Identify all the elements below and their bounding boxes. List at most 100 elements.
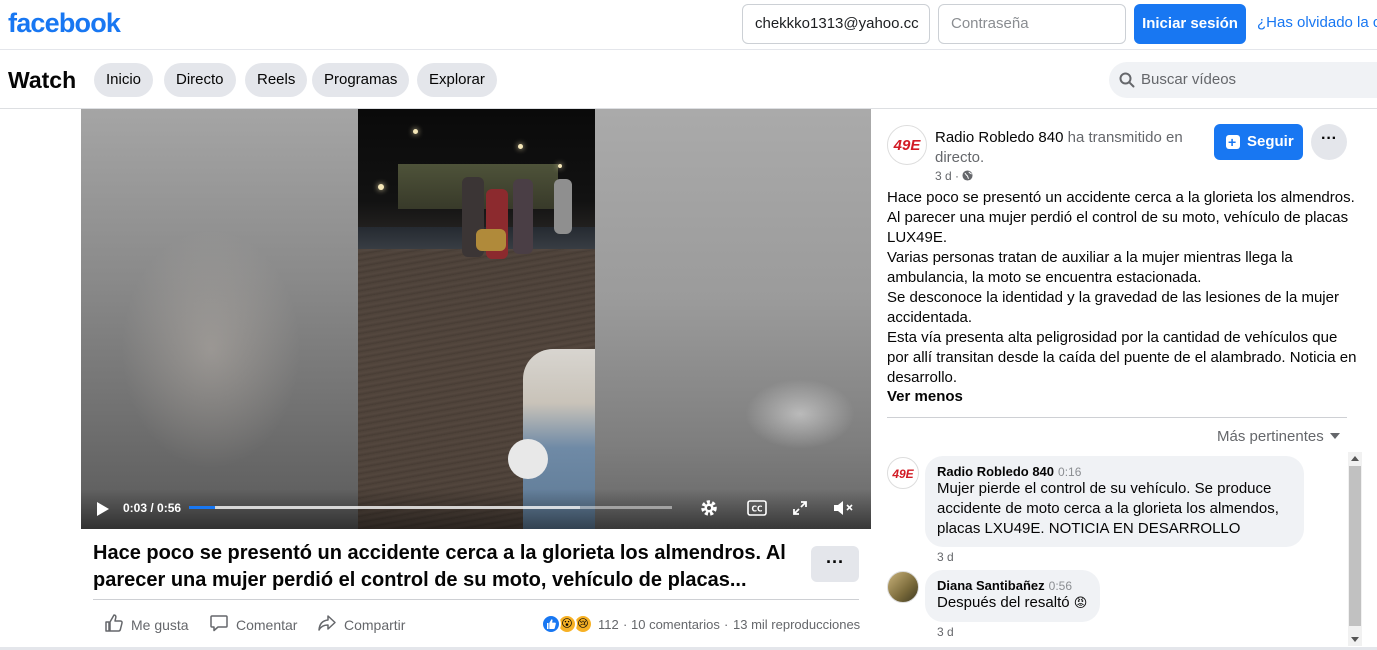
like-button[interactable]: Me gusta <box>104 614 194 636</box>
facebook-logo[interactable]: facebook <box>8 8 121 39</box>
divider <box>887 417 1347 418</box>
comment-bubble: Diana Santibañez 0:56 Después del resaltó… <box>925 570 1100 622</box>
frame-person <box>554 179 572 234</box>
frame-shoe <box>508 439 548 479</box>
comment-bubble: Radio Robledo 840 0:16 Mujer pierde el co… <box>925 456 1304 547</box>
password-field[interactable]: Contraseña <box>938 4 1126 44</box>
sort-label: Más pertinentes <box>1217 428 1324 445</box>
post-paragraph: Se desconoce la identidad y la gravedad … <box>887 289 1339 326</box>
watch-title: Watch <box>8 67 77 93</box>
stats-separator: · <box>623 617 628 632</box>
scrollbar-thumb[interactable] <box>1349 466 1361 626</box>
comment-video-timestamp[interactable]: 0:16 <box>1058 465 1081 479</box>
video-blur-right <box>595 109 871 529</box>
commenter-avatar[interactable]: 49E <box>887 457 919 489</box>
comment-text-row: Después del resaltó 😡 <box>937 593 1088 613</box>
post-time[interactable]: 3 d · <box>935 169 973 183</box>
tab-programas[interactable]: Programas <box>312 63 410 97</box>
comment-author[interactable]: Diana Santibañez <box>937 578 1045 593</box>
login-button[interactable]: Iniciar sesión <box>1134 4 1246 44</box>
frame-person <box>513 179 533 254</box>
comment-text: Después del resaltó <box>937 594 1070 611</box>
video-frame <box>358 109 595 529</box>
video-buffered <box>189 506 581 509</box>
tab-reels[interactable]: Reels <box>245 63 308 97</box>
post-header: Radio Robledo 840 ha transmitido en dire… <box>935 128 1195 168</box>
comment-author-row: Diana Santibañez 0:56 <box>937 578 1088 593</box>
comments-scrollbar[interactable] <box>1348 452 1362 646</box>
follow-icon <box>1226 124 1240 160</box>
search-placeholder: Buscar vídeos <box>1141 71 1237 88</box>
post-paragraph: Al parecer una mujer perdió el control d… <box>887 209 1349 246</box>
search-icon <box>1119 72 1135 88</box>
page-avatar[interactable]: 49E <box>887 125 927 165</box>
comments-count[interactable]: 10 comentarios <box>631 617 720 632</box>
comment-age[interactable]: 3 d <box>937 550 954 564</box>
watch-nav: Watch Inicio Directo Reels Programas Exp… <box>0 51 1377 109</box>
comment-sort-dropdown[interactable]: Más pertinentes <box>1217 428 1340 445</box>
comment-label: Comentar <box>236 617 298 633</box>
comment-video-timestamp[interactable]: 0:56 <box>1049 579 1072 593</box>
post-paragraph: Hace poco se presentó un accidente cerca… <box>887 189 1355 206</box>
mute-icon[interactable] <box>833 499 855 517</box>
like-icon <box>105 614 123 632</box>
frame-light <box>518 144 523 149</box>
post-menu-button[interactable]: ··· <box>1311 124 1347 160</box>
tab-inicio[interactable]: Inicio <box>94 63 154 97</box>
video-played <box>189 506 216 509</box>
post-paragraph: Varias personas tratan de auxiliar a la … <box>887 249 1293 286</box>
comment-author-row: Radio Robledo 840 0:16 <box>937 464 1292 479</box>
like-label: Me gusta <box>131 617 189 633</box>
reaction-count[interactable]: 112 <box>598 617 619 632</box>
frame-light <box>413 129 418 134</box>
share-icon <box>318 615 336 631</box>
video-progress[interactable] <box>189 506 672 509</box>
divider <box>93 599 859 600</box>
search-input[interactable]: Buscar vídeos <box>1109 62 1377 98</box>
frame-light <box>558 164 562 168</box>
avatar-logo-text: 49E <box>893 137 921 154</box>
commenter-avatar[interactable] <box>887 571 919 603</box>
video-controls: 0:03 / 0:56 CC <box>81 489 871 529</box>
tab-explorar[interactable]: Explorar <box>417 63 497 97</box>
frame-light <box>378 184 384 190</box>
see-less-link[interactable]: Ver menos <box>887 388 963 405</box>
email-field[interactable]: chekkko1313@yahoo.cc <box>742 4 930 44</box>
video-blur-left <box>81 109 358 529</box>
avatar-logo-text: 49E <box>892 467 914 481</box>
comment-button[interactable]: Comentar <box>209 614 301 636</box>
scroll-up-arrow-icon[interactable] <box>1351 456 1359 461</box>
comment-text: Mujer pierde el control de su vehículo. … <box>937 480 1279 537</box>
stats-separator: · <box>724 617 729 632</box>
play-icon[interactable] <box>96 501 110 517</box>
settings-icon[interactable] <box>699 498 719 518</box>
follow-button[interactable]: Seguir <box>1214 124 1303 160</box>
like-reaction-icon <box>541 614 561 634</box>
comment-icon <box>210 615 228 632</box>
share-button[interactable]: Compartir <box>317 614 409 636</box>
post-paragraph: Esta vía presenta alta peligrosidad por … <box>887 329 1357 386</box>
video-player[interactable]: 0:03 / 0:56 CC <box>81 109 871 529</box>
globe-icon <box>962 170 973 181</box>
comment-age[interactable]: 3 d <box>937 625 954 639</box>
page-name-link[interactable]: Radio Robledo 840 <box>935 129 1063 146</box>
tab-directo[interactable]: Directo <box>164 63 236 97</box>
captions-icon[interactable]: CC <box>747 500 767 516</box>
scroll-down-arrow-icon[interactable] <box>1351 637 1359 642</box>
video-time: 0:03 / 0:56 <box>123 501 182 515</box>
frame-person <box>476 229 506 251</box>
angry-emoji-icon: 😡 <box>1073 595 1088 610</box>
share-label: Compartir <box>344 617 406 633</box>
fullscreen-icon[interactable] <box>792 500 808 516</box>
post-text: Hace poco se presentó un accidente cerca… <box>887 188 1362 388</box>
top-bar: facebook chekkko1313@yahoo.cc Contraseña… <box>0 0 1377 50</box>
views-count: 13 mil reproducciones <box>733 617 861 632</box>
forgot-password-link[interactable]: ¿Has olvidado la c <box>1257 14 1377 31</box>
video-more-button[interactable]: ··· <box>811 546 859 582</box>
follow-label: Seguir <box>1247 133 1294 150</box>
chevron-down-icon <box>1329 433 1340 439</box>
post-time-text: 3 d · <box>935 169 960 183</box>
comment-author[interactable]: Radio Robledo 840 <box>937 464 1054 479</box>
video-caption: Hace poco se presentó un accidente cerca… <box>93 542 786 591</box>
svg-text:CC: CC <box>751 505 763 514</box>
